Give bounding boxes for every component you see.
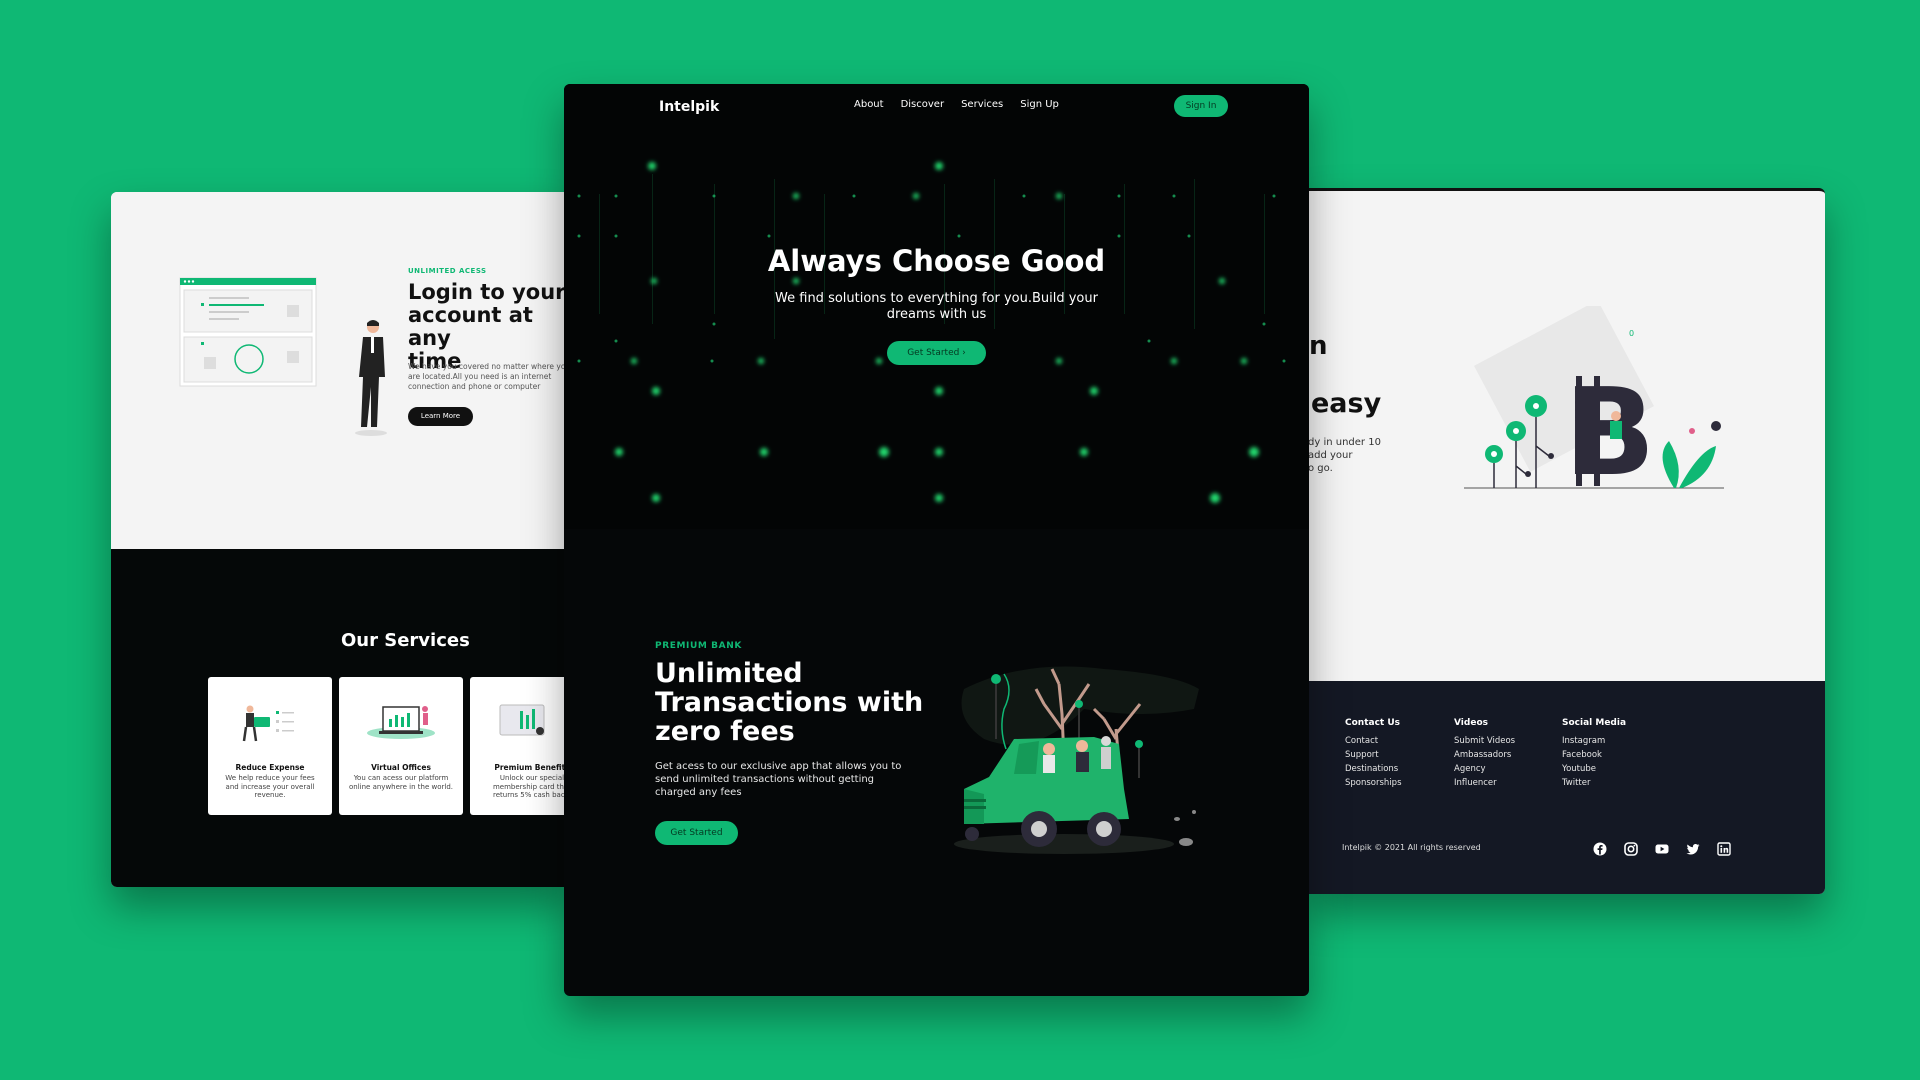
services-title: Our Services: [341, 630, 470, 651]
footer-heading: Contact Us: [1345, 718, 1401, 728]
service-text: Unlock our special membership card that …: [492, 774, 571, 799]
reduce-expense-icon: [242, 705, 294, 742]
brand-logo[interactable]: Intelpik: [659, 99, 719, 115]
twitter-icon[interactable]: [1685, 841, 1701, 857]
hero-subtitle: We find solutions to everything for you.…: [775, 291, 1098, 322]
footer-link-destinations[interactable]: Destinations: [1345, 762, 1402, 776]
service-card-reduce-expense[interactable]: Reduce Expense We help reduce your fees …: [208, 677, 332, 815]
premium-title: Unlimited Transactions with zero fees: [655, 658, 924, 747]
service-card-premium-benefits[interactable]: Premium Benefits Unlock our special memb…: [470, 677, 571, 815]
instagram-icon[interactable]: [1623, 841, 1639, 857]
footer-link-contact[interactable]: Contact: [1345, 734, 1402, 748]
main-nav: About Discover Services Sign Up: [854, 99, 1059, 110]
service-text: We help reduce your fees and increase yo…: [225, 774, 315, 799]
partial-heading-easy: easy: [1311, 388, 1382, 419]
facebook-icon[interactable]: [1592, 841, 1608, 857]
service-card-virtual-offices[interactable]: Virtual Offices You can acess our platfo…: [339, 677, 463, 815]
service-name: Virtual Offices: [371, 763, 431, 772]
premium-bank-tag: PREMIUM BANK: [655, 641, 742, 651]
footer-link-twitter[interactable]: Twitter: [1562, 776, 1626, 790]
footer-link-youtube[interactable]: Youtube: [1562, 762, 1626, 776]
premium-description: Get acess to our exclusive app that allo…: [655, 761, 902, 798]
footer-link-instagram[interactable]: Instagram: [1562, 734, 1626, 748]
login-description: We have you covered no matter where you …: [408, 362, 571, 391]
nav-discover[interactable]: Discover: [901, 99, 945, 110]
service-name: Premium Benefits: [494, 763, 570, 772]
footer-column-social-media: Social Media Instagram Facebook Youtube …: [1562, 718, 1626, 790]
partial-heading-fragment: n: [1309, 331, 1328, 361]
service-name: Reduce Expense: [235, 763, 305, 772]
hero-section: Intelpik About Discover Services Sign Up…: [564, 84, 1309, 529]
nav-about[interactable]: About: [854, 99, 884, 110]
footer-link-support[interactable]: Support: [1345, 748, 1402, 762]
hero-get-started-button[interactable]: Get Started ›: [887, 341, 986, 365]
footer-column-contact: Contact Us Contact Support Destinations …: [1345, 718, 1402, 790]
businessman-illustration: [355, 320, 387, 436]
premium-get-started-button[interactable]: Get Started: [655, 821, 738, 845]
footer-link-ambassadors[interactable]: Ambassadors: [1454, 748, 1515, 762]
footer-link-submit-videos[interactable]: Submit Videos: [1454, 734, 1515, 748]
bitcoin-illustration: 0 B: [1464, 306, 1724, 503]
footer-copyright: Intelpik © 2021 All rights reserved: [1342, 843, 1481, 852]
footer-link-sponsorships[interactable]: Sponsorships: [1345, 776, 1402, 790]
right-page-preview: n easy dy in under 10 add your o go. 0 B…: [1308, 188, 1825, 894]
learn-more-button[interactable]: Learn More: [408, 407, 473, 426]
virtual-offices-icon: [367, 706, 435, 739]
main-page-preview: Intelpik About Discover Services Sign Up…: [564, 84, 1309, 996]
jeep-illustration: [954, 666, 1199, 854]
service-text: You can acess our platform online anywhe…: [349, 774, 453, 791]
footer-link-agency[interactable]: Agency: [1454, 762, 1515, 776]
login-section: UNLIMITED ACESS Login to your account at…: [111, 192, 571, 549]
footer: Contact Us Contact Support Destinations …: [1308, 681, 1825, 894]
footer-link-facebook[interactable]: Facebook: [1562, 748, 1626, 762]
login-title: Login to your account at any time: [408, 280, 566, 373]
premium-benefits-icon: [499, 704, 545, 736]
dashboard-illustration: [179, 277, 317, 387]
hero-title: Always Choose Good: [767, 244, 1106, 278]
partial-paragraph: dy in under 10 add your o go.: [1308, 437, 1381, 474]
footer-link-influencer[interactable]: Influencer: [1454, 776, 1515, 790]
footer-heading: Social Media: [1562, 718, 1627, 728]
linkedin-icon[interactable]: [1716, 841, 1732, 857]
left-page-preview: UNLIMITED ACESS Login to your account at…: [111, 192, 571, 887]
youtube-icon[interactable]: [1654, 841, 1670, 857]
footer-heading: Videos: [1454, 718, 1488, 728]
nav-services[interactable]: Services: [961, 99, 1003, 110]
footer-column-videos: Videos Submit Videos Ambassadors Agency …: [1454, 718, 1515, 790]
svg-text:0: 0: [1629, 329, 1634, 338]
sign-in-button[interactable]: Sign In: [1174, 95, 1228, 117]
nav-sign-up[interactable]: Sign Up: [1020, 99, 1059, 110]
unlimited-access-tag: UNLIMITED ACESS: [408, 267, 487, 275]
